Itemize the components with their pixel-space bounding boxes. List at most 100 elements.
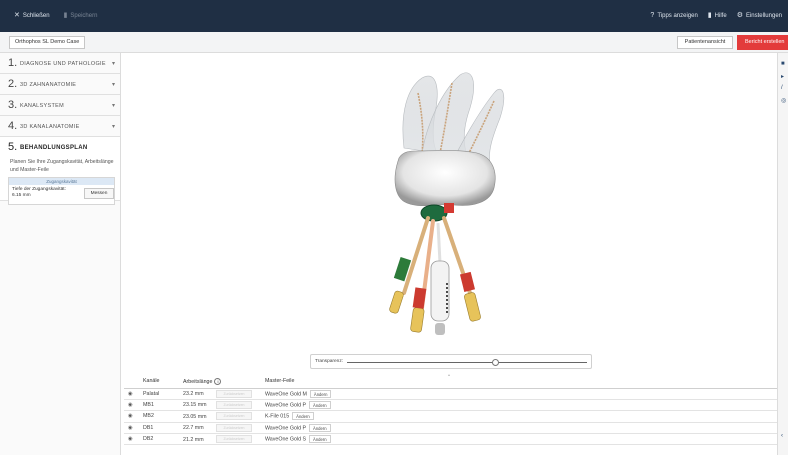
table-row: ◉ DB2 21.2 mm Zurücksetzen WaveOne Gold S Änd… [124, 433, 777, 446]
step-diagnose[interactable]: 1. DIAGNOSE UND PATHOLOGIE ▾ [0, 53, 120, 74]
case-label: Orthophos SL Demo Case [15, 39, 80, 45]
step-number: 3. [8, 99, 18, 111]
master-file-name: K-File 015 [265, 413, 290, 420]
chevron-left-icon[interactable]: ‹ [781, 433, 783, 439]
save-icon: ▮ [63, 12, 68, 19]
patient-view-button[interactable]: Patientenansicht [677, 36, 733, 49]
save-label: Speichern [70, 12, 98, 19]
top-toolbar: ✕ Schließen ▮ Speichern ? Tipps anzeigen… [0, 0, 788, 32]
info-icon[interactable]: i [214, 377, 222, 385]
chevron-down-icon: ▾ [111, 124, 115, 130]
visibility-eye-icon[interactable]: ◉ [128, 391, 133, 397]
measure-button[interactable]: Messen [84, 188, 114, 199]
chevron-down-icon: ▾ [111, 82, 115, 88]
visibility-eye-icon[interactable]: ◉ [128, 436, 133, 442]
step-title: BEHANDLUNGSPLAN [20, 145, 88, 151]
cube-icon[interactable]: ■ [781, 61, 785, 67]
table-header: Kanäle Arbeitslänge i Master-Feile [124, 375, 777, 389]
tips-button[interactable]: ? Tipps anzeigen [650, 12, 697, 19]
step-title: DIAGNOSE UND PATHOLOGIE [20, 61, 106, 67]
chevron-down-icon: ▾ [111, 61, 115, 67]
canal-name: MB1 [139, 399, 179, 412]
table-row: ◉ MB2 23.05 mm Zurücksetzen K-File 015 Ändern [124, 410, 777, 423]
reset-length-button[interactable]: Zurücksetzen [216, 435, 252, 444]
tips-label: Tipps anzeigen [657, 12, 698, 19]
reset-length-button[interactable]: Zurücksetzen [216, 412, 252, 421]
change-file-button[interactable]: Ändern [309, 401, 331, 410]
working-length-value: 23.2 mm [183, 391, 204, 398]
canal-name: DB2 [139, 433, 179, 446]
tooth-roots [402, 72, 505, 164]
workflow-sidebar: 1. DIAGNOSE UND PATHOLOGIE ▾ 2. 3D ZAHNA… [0, 53, 121, 455]
arrow-right-icon[interactable]: ▸ [781, 73, 784, 80]
reset-length-button[interactable]: Zurücksetzen [216, 401, 252, 410]
master-file-name: WaveOne Gold P [265, 402, 307, 409]
master-file-name: WaveOne Gold P [265, 425, 307, 432]
table-row: ◉ DB1 22.7 mm Zurücksetzen WaveOne Gold P Änd… [124, 422, 777, 435]
close-button[interactable]: ✕ Schließen [14, 12, 50, 19]
case-bar: Orthophos SL Demo Case Patientenansicht … [0, 32, 788, 53]
table-row: ◉ MB1 23.15 mm Zurücksetzen WaveOne Gold P Än… [124, 399, 777, 412]
gear-icon: ⚙ [736, 12, 743, 19]
step-number: 2. [8, 78, 18, 90]
working-length-value: 21.2 mm [183, 436, 204, 443]
close-label: Schließen [22, 12, 50, 19]
step-description: Planen Sie Ihre Zugangskavität, Arbeitsl… [10, 159, 114, 173]
step-number: 5. [8, 141, 18, 153]
book-icon: ▮ [707, 12, 712, 19]
settings-label: Einstellungen [745, 12, 782, 19]
access-cavity-panel: Zugangskavität Tiefe der Zugangskavität:… [8, 177, 115, 205]
col-canal: Kanäle [139, 375, 179, 389]
table-row: ◉ Palatal 23.2 mm Zurücksetzen WaveOne Gold … [124, 388, 777, 400]
visibility-eye-icon[interactable]: ◉ [128, 425, 133, 431]
col-master-file: Master-Feile [261, 375, 777, 389]
3d-viewport[interactable] [122, 53, 777, 373]
transparency-control: Transparenz: [310, 354, 592, 369]
step-title: 3D ZAHNANATOMIE [20, 82, 77, 88]
working-length-value: 23.05 mm [183, 413, 207, 420]
save-button[interactable]: ▮ Speichern [64, 12, 98, 19]
step-kanalanatomie[interactable]: 4. 3D KANALANATOMIE ▾ [0, 116, 120, 137]
col-working-length: Arbeitslänge i [179, 375, 261, 389]
step-zahnanatomie[interactable]: 2. 3D ZAHNANATOMIE ▾ [0, 74, 120, 95]
visibility-eye-icon[interactable]: ◉ [128, 402, 133, 408]
right-tool-strip: ■ ▸ / ◎ ‹ [777, 53, 788, 455]
step-title: KANALSYSTEM [20, 103, 64, 109]
chevron-down-icon: ▾ [111, 103, 115, 109]
reset-length-button[interactable]: Zurücksetzen [216, 423, 252, 432]
step-number: 4. [8, 120, 18, 132]
canal-name: DB1 [139, 422, 179, 435]
canal-name: Palatal [139, 388, 179, 400]
transparency-label: Transparenz: [315, 359, 344, 364]
change-file-button[interactable]: Ändern [309, 423, 331, 432]
step-kanalsystem[interactable]: 3. KANALSYSTEM ▾ [0, 95, 120, 116]
question-icon: ? [650, 12, 655, 19]
help-label: Hilfe [714, 12, 727, 19]
change-file-button[interactable]: Ändern [292, 412, 314, 421]
access-cavity-depth: Tiefe der Zugangskavität: 6.15 mm [12, 187, 66, 198]
file-stopper-red [444, 203, 454, 213]
create-report-button[interactable]: Bericht erstellen [737, 35, 788, 50]
tooth-model-view[interactable] [122, 53, 777, 353]
measure-icon[interactable]: / [781, 85, 783, 91]
step-number: 1. [8, 57, 18, 69]
canal-name: MB2 [139, 410, 179, 423]
change-file-button[interactable]: Ändern [309, 389, 332, 398]
settings-button[interactable]: ⚙ Einstellungen [737, 12, 782, 19]
working-length-value: 23.15 mm [183, 402, 207, 409]
access-cavity-title: Zugangskavität [9, 178, 114, 185]
reset-length-button[interactable]: Zurücksetzen [216, 389, 252, 398]
case-selector[interactable]: Orthophos SL Demo Case [9, 36, 86, 49]
transparency-slider-handle[interactable] [492, 359, 500, 366]
info-icon[interactable]: ◎ [781, 97, 786, 104]
endo-file-mb2 [430, 222, 450, 335]
canal-table: Kanäle Arbeitslänge i Master-Feile ◉ Palat… [124, 375, 777, 455]
working-length-value: 22.7 mm [183, 425, 204, 432]
visibility-eye-icon[interactable]: ◉ [128, 413, 133, 419]
endo-file-db1 [442, 216, 481, 322]
step-title: 3D KANALANATOMIE [20, 124, 80, 130]
close-icon: ✕ [14, 12, 20, 19]
change-file-button[interactable]: Ändern [309, 435, 331, 444]
help-button[interactable]: ▮ Hilfe [708, 12, 727, 19]
transparency-slider-track[interactable] [347, 362, 587, 363]
